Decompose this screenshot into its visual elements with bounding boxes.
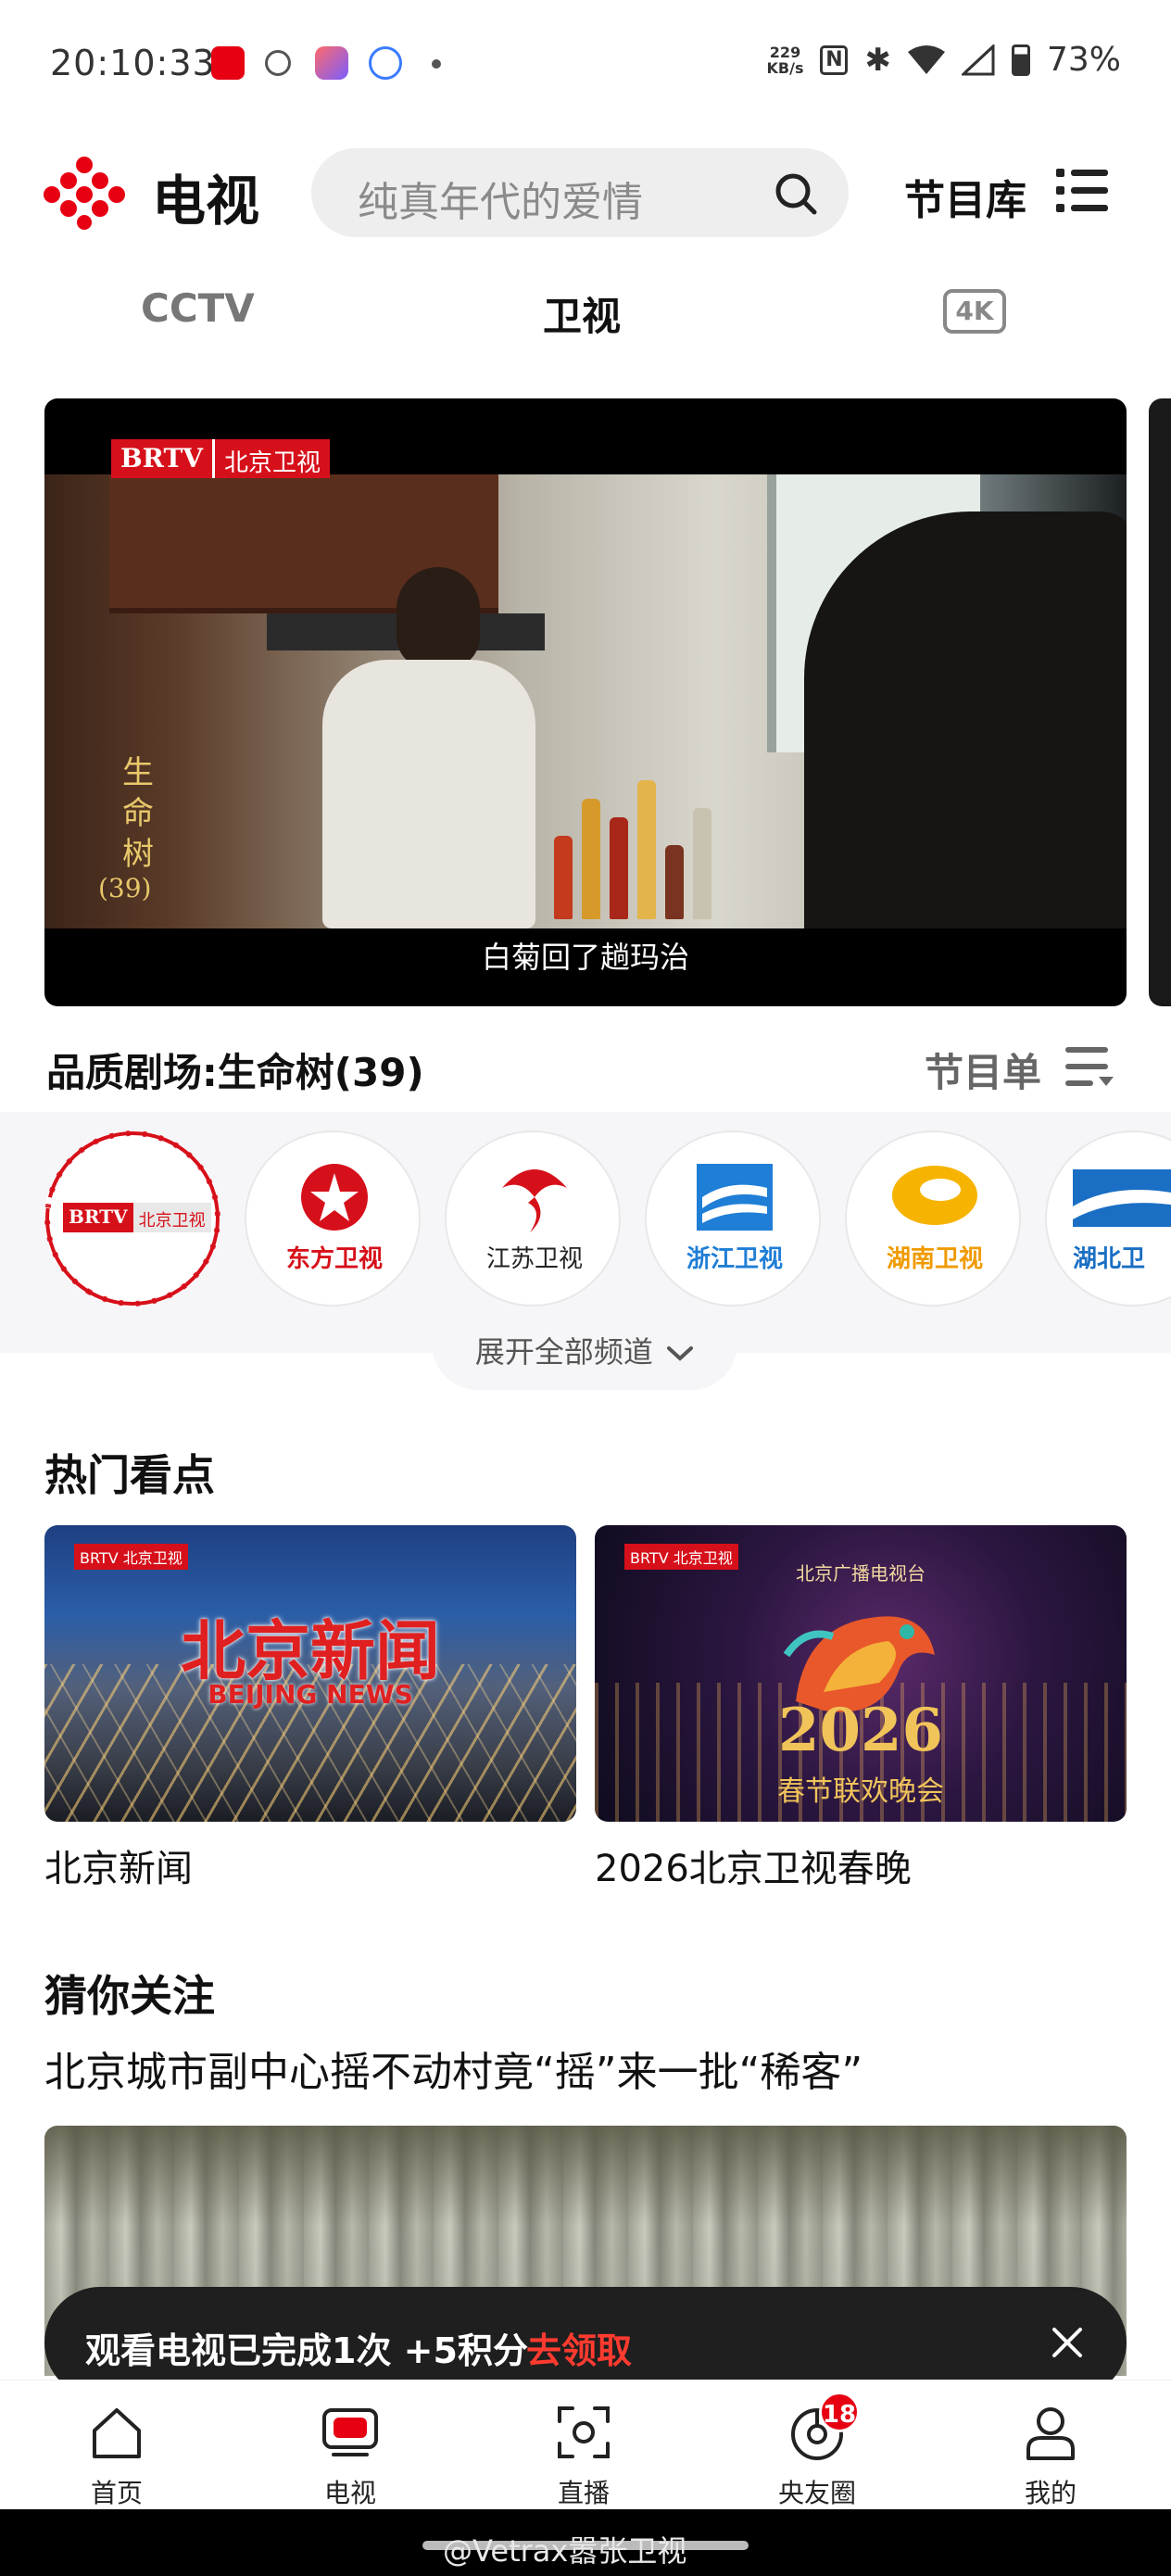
guess-headline[interactable]: 北京城市副中心摇不动村竟“摇”来一批“稀客” — [44, 2039, 863, 2098]
nav-circle-label: 央友圈 — [777, 2478, 856, 2508]
claim-reward-button[interactable]: 去领取 — [526, 2322, 632, 2373]
profile-icon — [1026, 2407, 1075, 2460]
guess-section-title: 猜你关注 — [44, 1971, 215, 2021]
hot-card-2-image-subtitle: 春节联欢晚会 — [777, 1775, 944, 1808]
nav-circle[interactable]: 18 央友圈 — [743, 2390, 891, 2508]
channel-beijing-name: 北京卫视 — [132, 1203, 211, 1232]
hot-card-1-badge: BRTV 北京卫视 — [74, 1544, 188, 1570]
nav-live[interactable]: 直播 — [510, 2390, 658, 2508]
app-logo-icon[interactable] — [43, 156, 126, 230]
hot-card-2-image-title: 2026 — [777, 1696, 944, 1765]
nav-home[interactable]: 首页 — [43, 2390, 191, 2508]
scene-woman — [804, 511, 1127, 928]
hot-card-2-image-top: 北京广播电视台 — [796, 1562, 925, 1585]
home-icon — [93, 2408, 141, 2458]
channel-jiangsu-label: 江苏卫视 — [485, 1245, 583, 1273]
nav-profile[interactable]: 我的 — [976, 2390, 1125, 2508]
scene-shelf — [545, 752, 730, 919]
status-right-group: 229 KB/s N ✱ 73% — [767, 41, 1121, 79]
video-subtitle: 白菊回了趟玛治 — [481, 940, 689, 975]
brtv-brand: BRTV — [111, 439, 213, 478]
expand-all-channels-button[interactable]: 展开全部频道 — [432, 1316, 737, 1390]
network-speed: 229 KB/s — [767, 44, 804, 76]
channel-hunan[interactable]: 湖南卫视 — [845, 1130, 1021, 1307]
program-title-vertical: 生命树 — [122, 754, 154, 873]
signal-icon — [961, 44, 995, 75]
status-bar: 20:10:33 229 KB/s N ✱ 73% — [0, 0, 1171, 130]
category-tabs: CCTV 卫视 4K — [0, 269, 1171, 352]
program-episode: (39) — [98, 873, 152, 903]
program-library-button[interactable]: 节目库 — [904, 167, 1026, 226]
tv-icon — [322, 2408, 378, 2456]
app-header: 电视 纯真年代的爱情 节目库 — [0, 130, 1171, 259]
app-title: 电视 — [152, 170, 260, 233]
close-icon[interactable] — [1045, 2320, 1089, 2365]
hunan-logo-icon — [892, 1166, 977, 1225]
wifi-icon — [907, 44, 945, 74]
search-icon[interactable] — [773, 170, 819, 217]
hubei-logo-icon — [1073, 1169, 1171, 1227]
battery-percent: 73% — [1046, 41, 1121, 79]
bottom-navigation: 首页 电视 直播 18 央友圈 我的 — [0, 2380, 1171, 2509]
channel-dongfang[interactable]: 东方卫视 — [245, 1130, 421, 1307]
chevron-down-icon — [667, 1346, 694, 1361]
image-watermark: @Vetrax嚣张卫视 — [443, 2533, 687, 2569]
channel-hubei-label: 湖北卫 — [1073, 1245, 1146, 1273]
channel-hubei[interactable]: 湖北卫 — [1045, 1130, 1171, 1307]
tab-weishi[interactable]: 卫视 — [543, 285, 621, 342]
hot-card-1-image-subtitle: BEIJING NEWS — [208, 1679, 413, 1710]
live-icon — [558, 2406, 610, 2458]
nfc-icon: N — [820, 44, 849, 75]
net-speed-unit: KB/s — [766, 58, 804, 77]
nav-home-label: 首页 — [90, 2478, 143, 2508]
channel-watermark: BRTV 北京卫视 — [111, 439, 331, 478]
video-player[interactable]: 生命树 (39) BRTV 北京卫视 白菊回了趟玛治 — [44, 398, 1127, 1006]
channel-zhejiang[interactable]: 浙江卫视 — [645, 1130, 821, 1307]
status-time: 20:10:33 — [50, 43, 216, 83]
cloud-drive-icon — [369, 46, 402, 80]
notification-badge: 18 — [819, 2392, 860, 2432]
battery-icon — [1011, 44, 1030, 76]
next-player-card[interactable] — [1149, 398, 1171, 1006]
jiangsu-logo-icon — [502, 1169, 567, 1232]
hot-section-title: 热门看点 — [44, 1450, 215, 1500]
more-dot-icon — [432, 59, 441, 69]
tab-cctv[interactable]: CCTV — [141, 285, 255, 331]
bluetooth-icon: ✱ — [864, 41, 891, 79]
schedule-button[interactable]: 节目单 — [925, 1042, 1041, 1098]
schedule-list-icon[interactable] — [1065, 1045, 1115, 1088]
channel-beijing-brand: BRTV — [63, 1203, 133, 1232]
nav-tv-label: 电视 — [323, 2478, 376, 2508]
channel-jiangsu[interactable]: 江苏卫视 — [445, 1130, 621, 1307]
cloud-icon — [265, 50, 291, 76]
browser-icon — [315, 46, 348, 80]
hot-card-1-caption[interactable]: 北京新闻 — [44, 1838, 193, 1892]
channel-dongfang-label: 东方卫视 — [285, 1245, 383, 1273]
video-frame: 生命树 (39) — [44, 474, 1127, 928]
toast-message: 观看电视已完成1次 +5积分 — [85, 2330, 528, 2371]
hot-card-2-caption[interactable]: 2026北京卫视春晚 — [595, 1838, 912, 1892]
channel-beijing[interactable]: BRTV 北京卫视 — [44, 1130, 220, 1307]
nav-tv[interactable]: 电视 — [276, 2390, 424, 2508]
app-notification-icon — [211, 46, 245, 80]
tab-4k[interactable]: 4K — [943, 289, 1006, 334]
dongfang-logo-icon — [301, 1164, 368, 1231]
nav-profile-label: 我的 — [1024, 2478, 1077, 2508]
hot-card-spring-gala[interactable]: BRTV 北京卫视 北京广播电视台 2026 春节联欢晚会 — [595, 1525, 1127, 1822]
channel-hunan-label: 湖南卫视 — [886, 1245, 983, 1273]
hot-card-beijing-news[interactable]: BRTV 北京卫视 北京新闻 BEIJING NEWS — [44, 1525, 576, 1822]
menu-list-icon[interactable] — [1056, 167, 1108, 213]
channel-zhejiang-label: 浙江卫视 — [686, 1245, 783, 1273]
search-bar[interactable]: 纯真年代的爱情 — [311, 148, 849, 237]
nav-live-label: 直播 — [557, 2478, 610, 2508]
scene-man — [313, 567, 554, 928]
net-speed-value: 229 — [769, 43, 801, 61]
brtv-channel-name: 北京卫视 — [212, 439, 331, 478]
zhejiang-logo-icon — [697, 1164, 773, 1231]
now-playing-title: 品质剧场:生命树(39) — [46, 1050, 424, 1095]
search-input[interactable]: 纯真年代的爱情 — [358, 169, 643, 228]
expand-label: 展开全部频道 — [474, 1334, 653, 1370]
